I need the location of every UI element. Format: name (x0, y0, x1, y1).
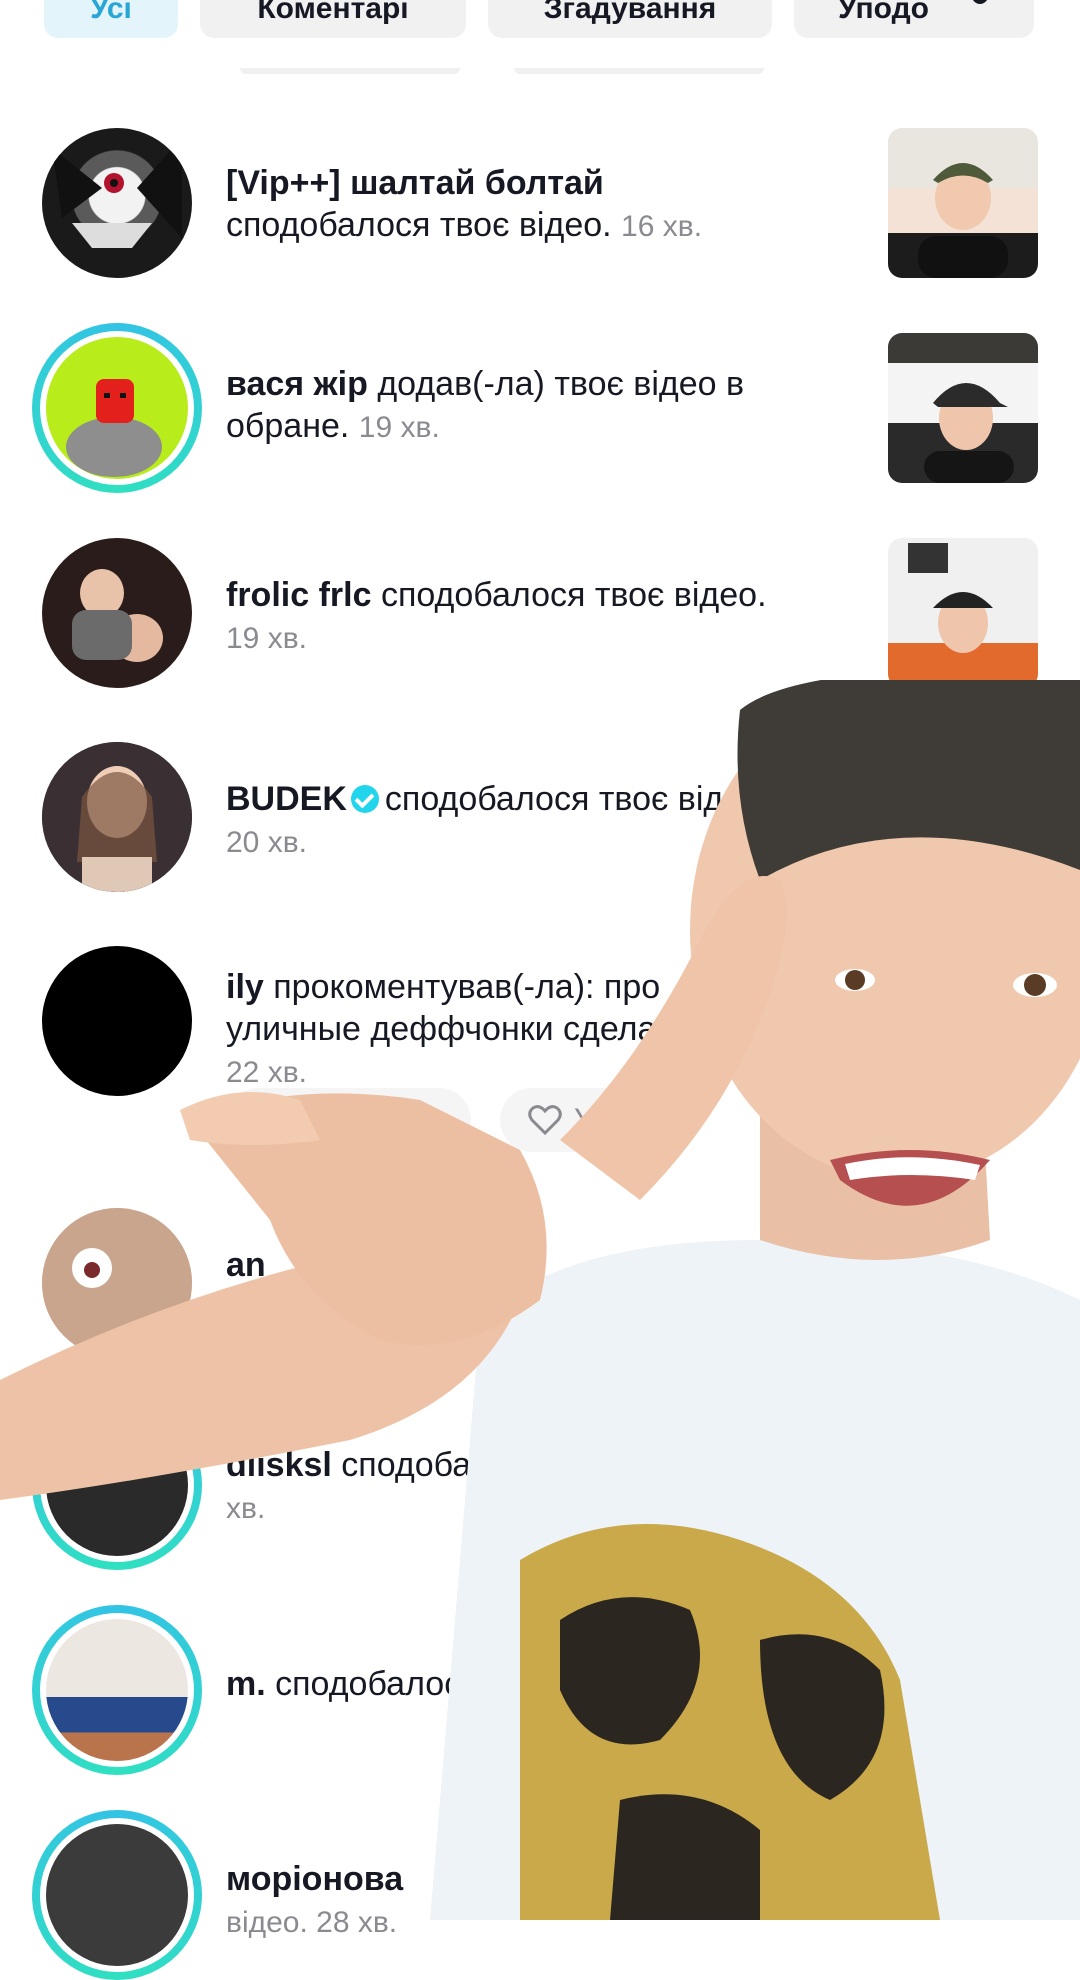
notification-row[interactable]: вася жір додав(-ла) твоє відео в обране.… (0, 323, 1080, 493)
notification-row[interactable]: ily прокоментував(-ла): про уличные дефф… (0, 946, 1080, 1176)
timestamp: 19 хв. (226, 622, 307, 655)
notification-row[interactable]: [Vip++] шалтай болтай сподобалося твоє в… (0, 128, 1080, 278)
tab-mentions[interactable]: Згадування (488, 0, 772, 38)
username[interactable]: diisksl (226, 1446, 332, 1484)
filter-icon[interactable] (950, 0, 1000, 26)
avatar[interactable] (42, 538, 192, 688)
avatar[interactable] (42, 946, 192, 1096)
red-face-avatar-icon (66, 379, 162, 477)
person-thumbnail-icon (908, 543, 993, 653)
reply-button[interactable]: Відповісти (226, 1088, 472, 1152)
username[interactable]: an (226, 1246, 266, 1284)
video-thumbnail[interactable] (888, 538, 1038, 688)
notification-text: сподобало (341, 1446, 511, 1484)
notification-row[interactable]: frolic frlc сподобалося твоє відео. 19 х… (0, 538, 1080, 688)
timestamp: 22 хв. (226, 1056, 307, 1089)
notification-row[interactable]: diisksl сподобало хв. (0, 1400, 1080, 1570)
username[interactable]: frolic frlc (226, 576, 371, 614)
heart-icon (528, 1105, 562, 1136)
girl-avatar-icon (42, 742, 192, 892)
notification-text: сподобалося твоє відео. (226, 206, 612, 244)
avatar (46, 1824, 188, 1966)
avatar[interactable] (42, 128, 192, 278)
video-thumbnail[interactable] (888, 128, 1038, 278)
divider (514, 68, 764, 74)
girl-avatar-icon (42, 1208, 192, 1358)
timestamp: хв. (226, 1492, 266, 1525)
timestamp: 19 хв. (358, 411, 440, 444)
notification-row[interactable]: моріонова відео. 28 хв. (0, 1810, 1080, 1980)
filter-tabs: Усі Коментарі Згадування Уподо (0, 0, 1080, 60)
notification-text: сподобалос (275, 1665, 462, 1703)
video-thumbnail[interactable] (888, 333, 1038, 483)
person-thumbnail-icon (918, 163, 1008, 278)
avatar (46, 1619, 188, 1761)
timestamp: 20 хв. (226, 826, 307, 859)
timestamp: 16 хв. (621, 210, 703, 243)
username[interactable]: моріонова (226, 1860, 403, 1898)
notification-text: сподобалося твоє відео. (380, 576, 767, 614)
avatar[interactable] (42, 1208, 192, 1358)
comment-text: уличные деффчонки сделай (226, 1010, 676, 1048)
people-avatar-icon (72, 569, 163, 662)
story-ring[interactable] (32, 1810, 202, 1980)
username[interactable]: ily (226, 968, 264, 1006)
anime-avatar-icon (52, 138, 182, 248)
story-ring[interactable] (32, 1605, 202, 1775)
username[interactable]: BUDEK (226, 780, 347, 818)
notification-row[interactable]: m. сподобалос (0, 1605, 1080, 1775)
verified-badge-icon (350, 785, 379, 813)
notification-row[interactable]: BUDEK сподобалося твоє від 20 хв. (0, 742, 1080, 892)
timestamp: відео. 28 хв. (226, 1906, 398, 1939)
tab-comments[interactable]: Коментарі (200, 0, 466, 38)
divider (240, 68, 460, 74)
comment-icon (256, 1105, 284, 1133)
like-button[interactable]: Уподо (500, 1088, 687, 1152)
story-ring[interactable] (32, 323, 202, 493)
avatar[interactable] (42, 742, 192, 892)
notification-row[interactable]: an (0, 1208, 1080, 1358)
person-thumbnail-icon (888, 333, 1038, 483)
story-ring[interactable] (32, 1400, 202, 1570)
notification-text: прокоментував(-ла): про (273, 968, 661, 1006)
avatar (46, 337, 188, 479)
username[interactable]: m. (226, 1665, 266, 1703)
avatar (46, 1414, 188, 1556)
username[interactable]: вася жір (226, 365, 368, 403)
tab-all[interactable]: Усі (44, 0, 178, 38)
notification-text: сподобалося твоє від (384, 780, 724, 818)
username[interactable]: [Vip++] шалтай болтай (226, 164, 604, 202)
